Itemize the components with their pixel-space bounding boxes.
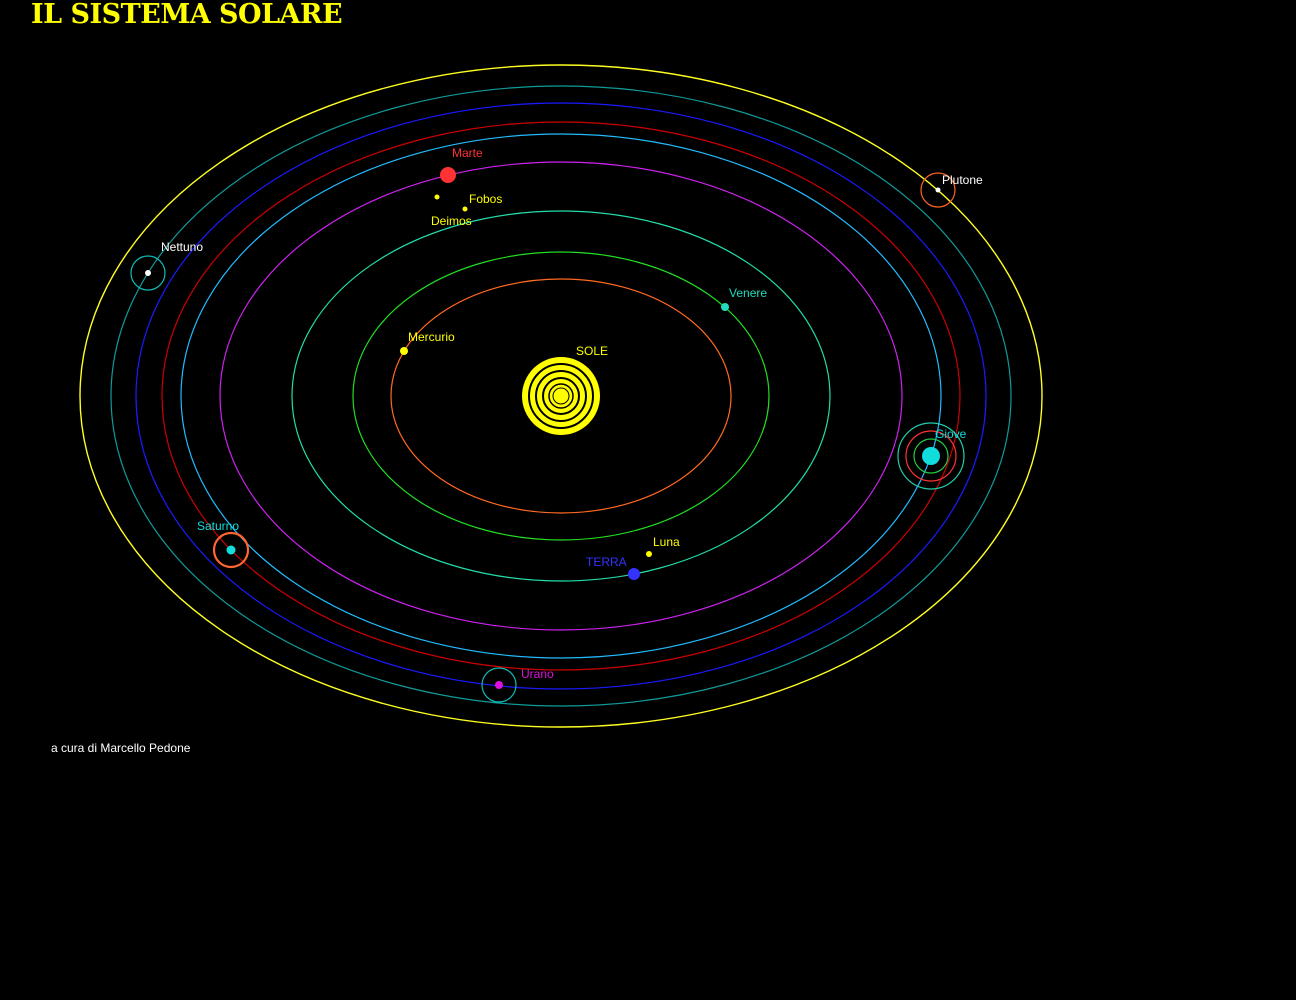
plutone-label: Plutone — [942, 173, 983, 187]
terra-dot — [628, 568, 640, 580]
nettuno-label: Nettuno — [161, 240, 203, 254]
planet-mercurio: Mercurio — [400, 330, 455, 355]
marte-dot — [440, 167, 456, 183]
nettuno-dot — [145, 270, 151, 276]
giove-dot — [922, 447, 940, 465]
mercurio-label: Mercurio — [408, 330, 455, 344]
planet-terra: TERRA Luna — [586, 535, 680, 580]
planet-venere: Venere — [721, 286, 767, 311]
solar-system-page: IL SISTEMA SOLARE SOLE Mercurio Venere T… — [0, 0, 1296, 1000]
saturno-label: Saturno — [197, 519, 239, 533]
venere-dot — [721, 303, 729, 311]
credit-text: a cura di Marcello Pedone — [51, 741, 191, 755]
saturno-dot — [226, 545, 236, 555]
sun-label: SOLE — [576, 344, 608, 358]
marte-label: Marte — [452, 146, 483, 160]
deimos-dot — [434, 194, 440, 200]
planet-marte: Marte Fobos Deimos — [431, 146, 502, 228]
giove-label: Giove — [935, 427, 967, 441]
urano-label: Urano — [521, 667, 554, 681]
sun-disc — [522, 357, 600, 435]
planet-giove: Giove — [897, 422, 967, 490]
venere-label: Venere — [729, 286, 767, 300]
planet-plutone: Plutone — [920, 172, 983, 208]
plutone-dot — [935, 187, 941, 193]
fobos-dot — [462, 206, 468, 212]
mercurio-dot — [400, 347, 408, 355]
fobos-label: Fobos — [469, 192, 502, 206]
sun: SOLE — [522, 344, 608, 435]
urano-dot — [495, 681, 503, 689]
terra-label: TERRA — [586, 555, 627, 569]
luna-label: Luna — [653, 535, 680, 549]
deimos-label: Deimos — [431, 214, 472, 228]
luna-dot — [646, 551, 652, 557]
planet-urano: Urano — [481, 667, 554, 703]
solar-system-diagram: SOLE Mercurio Venere TERRA Luna Marte Fo… — [79, 64, 1043, 728]
